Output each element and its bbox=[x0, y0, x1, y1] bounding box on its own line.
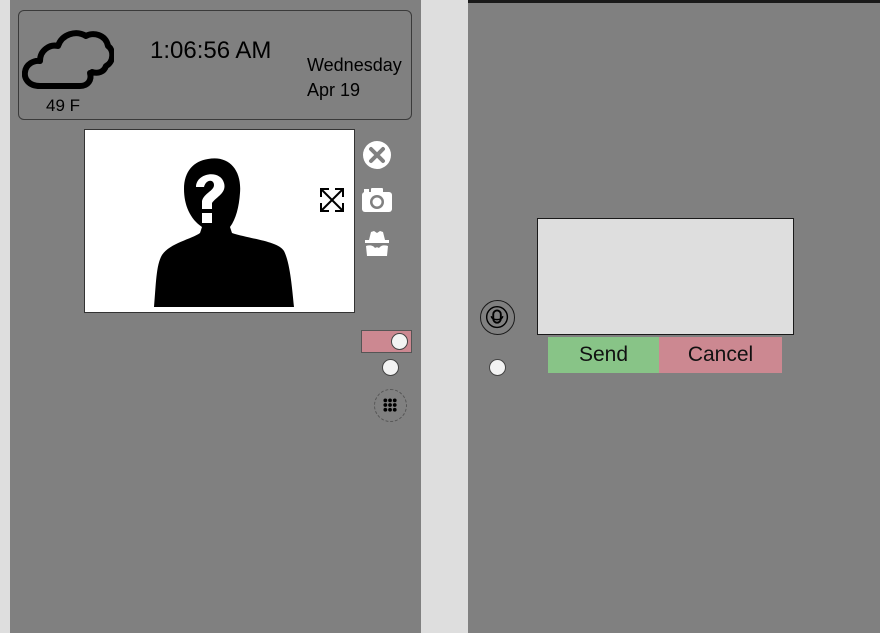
clock-date: Apr 19 bbox=[307, 80, 361, 100]
keypad-icon bbox=[383, 398, 397, 412]
cloud-icon bbox=[22, 30, 114, 89]
send-button[interactable]: Send bbox=[548, 337, 659, 373]
radio-button-right[interactable] bbox=[489, 359, 506, 376]
toggle-switch[interactable] bbox=[361, 330, 412, 353]
expand-icon[interactable] bbox=[318, 186, 346, 214]
clock-time: 1:06:56 AM bbox=[150, 37, 272, 64]
incognito-icon[interactable] bbox=[362, 229, 392, 257]
cancel-button[interactable]: Cancel bbox=[659, 337, 782, 373]
microphone-button[interactable] bbox=[480, 300, 515, 335]
clock-day: Wednesday bbox=[307, 55, 402, 75]
top-border bbox=[468, 0, 880, 3]
keypad-button[interactable] bbox=[374, 389, 407, 422]
message-input[interactable] bbox=[537, 218, 794, 335]
camera-icon[interactable] bbox=[361, 186, 393, 214]
microphone-icon bbox=[485, 305, 509, 329]
toggle-knob bbox=[391, 333, 408, 350]
close-icon[interactable] bbox=[362, 140, 392, 170]
unknown-person-icon bbox=[154, 158, 294, 307]
temperature: 49 F bbox=[46, 96, 81, 115]
radio-button[interactable] bbox=[382, 359, 399, 376]
